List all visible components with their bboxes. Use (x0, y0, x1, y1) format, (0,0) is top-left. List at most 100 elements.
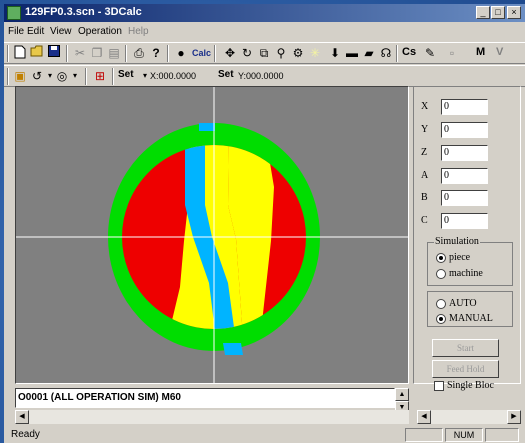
status-pane-empty (405, 428, 443, 442)
control-panel: X 0 Y 0 Z 0 A 0 B 0 C 0 Simulation piece… (413, 86, 521, 391)
axis-b-label: B (421, 192, 428, 203)
app-icon (7, 6, 21, 20)
x-coordinate: X:000.0000 (150, 71, 197, 81)
copy-icon[interactable]: ❐ (89, 45, 105, 61)
toolbar-separator (66, 45, 68, 62)
program-display[interactable]: O0001 (ALL OPERATION SIM) M60 (15, 388, 395, 408)
minimize-button[interactable]: _ (476, 6, 490, 19)
app-window: 129FP0.3.scn - 3DCalc _ □ × File Edit Vi… (4, 4, 525, 443)
open-folder-icon[interactable] (29, 45, 45, 61)
start-button[interactable]: Start (432, 339, 499, 357)
edit-icon[interactable]: ✎ (422, 45, 438, 61)
radio-manual-icon (436, 314, 446, 324)
menu-bar: File Edit View Operation Help (4, 23, 525, 41)
toolbar-separator (125, 45, 127, 62)
m-button[interactable]: M (476, 46, 485, 58)
axis-c-label: C (421, 215, 428, 226)
record-icon[interactable]: ● (173, 45, 189, 61)
pan-icon[interactable]: ✥ (222, 45, 238, 61)
radio-manual-label: MANUAL (449, 313, 493, 324)
close-button[interactable]: × (507, 6, 521, 19)
mode-group: AUTO MANUAL (427, 291, 513, 327)
num-lock-indicator: NUM (445, 428, 483, 442)
menu-help[interactable]: Help (128, 26, 149, 37)
radio-machine-icon (436, 269, 446, 279)
paste-icon[interactable]: ▤ (106, 45, 122, 61)
axis-y-label: Y (421, 124, 429, 135)
cut-icon[interactable]: ✂ (72, 45, 88, 61)
status-pane-extra (485, 428, 519, 442)
coordinate-toolbar: ▣ ↺ ▾ ◎ ▾ ⊞ Set ▾ X:000.0000 Set Y:000.0… (4, 65, 525, 87)
radio-machine-label: machine (449, 268, 483, 279)
status-bar: Ready NUM (4, 426, 525, 443)
menu-operation[interactable]: Operation (78, 26, 122, 37)
menu-file[interactable]: File (8, 26, 24, 37)
tool-icon[interactable]: ⬇ (327, 45, 343, 61)
simulation-viewport[interactable] (15, 86, 409, 384)
blank-icon[interactable]: ▫ (444, 45, 460, 61)
single-block-box (434, 381, 444, 391)
menu-view[interactable]: View (50, 26, 72, 37)
set-x-button[interactable]: Set (118, 69, 134, 80)
axis-z-label: Z (421, 147, 428, 158)
toolbar-separator (167, 45, 169, 62)
feed-hold-button[interactable]: Feed Hold (432, 360, 499, 378)
workpiece-render (16, 87, 408, 383)
axis-y-input[interactable]: 0 (441, 122, 488, 138)
path-icon[interactable]: ☊ (378, 45, 394, 61)
machine-icon[interactable]: ▬ (344, 45, 360, 61)
part-icon[interactable]: ▣ (12, 68, 28, 84)
measure-icon[interactable]: ⚙ (290, 45, 306, 61)
toolbar-separator (7, 45, 9, 62)
radio-auto-label: AUTO (449, 298, 477, 309)
axis-z-input[interactable]: 0 (441, 145, 488, 161)
program-line: O0001 (ALL OPERATION SIM) M60 (18, 392, 181, 403)
axis-a-input[interactable]: 0 (441, 168, 488, 184)
calc-button[interactable]: Calc (192, 48, 211, 58)
status-text: Ready (11, 429, 40, 440)
axis-x-input[interactable]: 0 (441, 99, 488, 115)
fixture-icon[interactable]: ▰ (361, 45, 377, 61)
toolbar-separator (85, 68, 87, 85)
window-title: 129FP0.3.scn - 3DCalc (25, 6, 142, 18)
panel-scroll-right-icon[interactable]: ▶ (507, 410, 521, 424)
radio-piece-label: piece (449, 252, 471, 263)
set-y-button[interactable]: Set (218, 69, 234, 80)
panel-scroll-left-icon[interactable]: ◀ (417, 410, 431, 424)
title-bar[interactable]: 129FP0.3.scn - 3DCalc _ □ × (4, 4, 525, 22)
light-icon[interactable]: ✳ (307, 45, 323, 61)
print-icon[interactable]: ⎙ (131, 45, 147, 61)
axis-c-input[interactable]: 0 (441, 213, 488, 229)
axis-icon[interactable]: ⊞ (92, 68, 108, 84)
scroll-left-icon[interactable]: ◀ (15, 410, 29, 424)
program-horizontal-scrollbar[interactable]: ◀ (15, 410, 409, 424)
cut-path-top (199, 123, 215, 131)
toolbar-separator (214, 45, 216, 62)
y-coordinate: Y:000.0000 (238, 71, 284, 81)
save-icon[interactable] (46, 45, 62, 61)
simulation-group-title: Simulation (434, 236, 480, 247)
target-dropdown-icon[interactable]: ▾ (67, 68, 83, 84)
cut-path-bottom (223, 343, 243, 355)
help-icon[interactable]: ? (148, 45, 164, 61)
radio-piece-icon (436, 253, 446, 263)
cs-button[interactable]: Cs (402, 46, 416, 58)
new-file-icon[interactable] (12, 45, 28, 61)
radio-auto-icon (436, 299, 446, 309)
zoom-icon[interactable]: ⚲ (273, 45, 289, 61)
toolbar-separator (7, 68, 9, 85)
scroll-up-icon[interactable]: ▲ (395, 388, 409, 401)
view-cube-icon[interactable]: ⧉ (256, 45, 272, 61)
toolbar-separator (112, 68, 114, 85)
rotate-icon[interactable]: ↻ (239, 45, 255, 61)
single-block-label: Single Bloc (447, 380, 494, 391)
axis-a-label: A (421, 170, 429, 181)
panel-horizontal-scrollbar[interactable]: ◀ ▶ (417, 410, 521, 424)
toolbar-separator (396, 45, 398, 62)
menu-edit[interactable]: Edit (27, 26, 44, 37)
main-toolbar: ✂ ❐ ▤ ⎙ ? ● Calc ✥ ↻ ⧉ ⚲ ⚙ ✳ ⬇ ▬ ▰ ☊ Cs … (4, 42, 525, 64)
axis-b-input[interactable]: 0 (441, 190, 488, 206)
simulation-group: Simulation piece machine (427, 236, 513, 286)
maximize-button[interactable]: □ (491, 6, 505, 19)
v-button[interactable]: V (496, 46, 503, 58)
